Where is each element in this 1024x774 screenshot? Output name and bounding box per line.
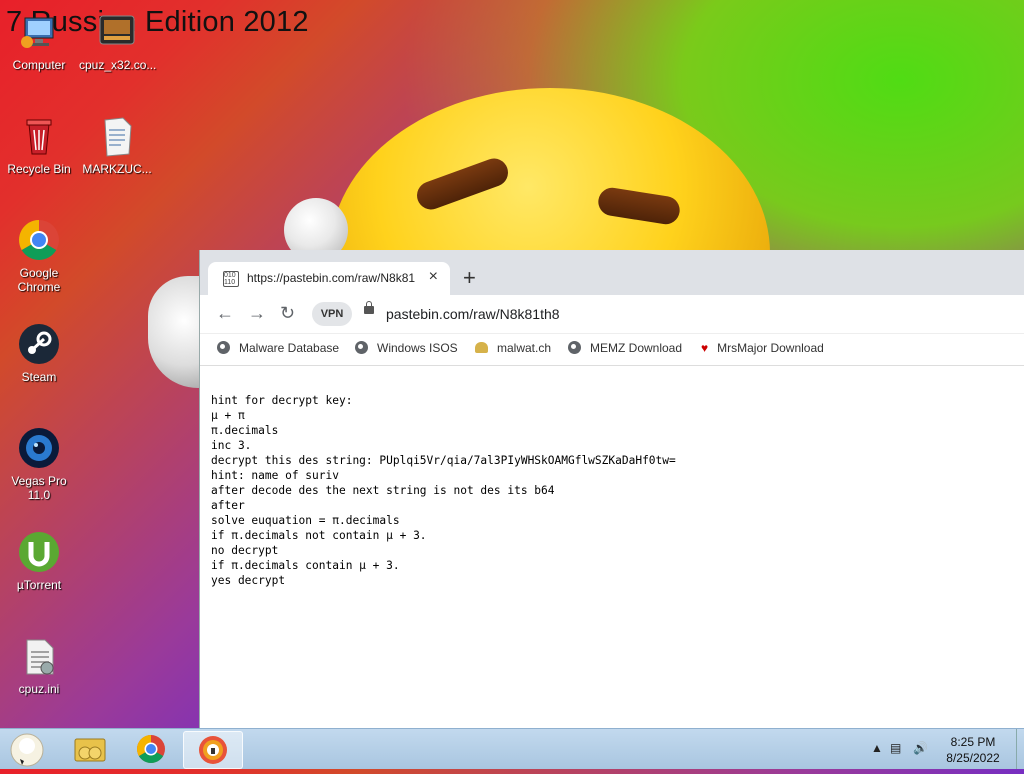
bookmark-label: Malware Database: [239, 341, 340, 355]
desktop-icon-recycle-bin[interactable]: Recycle Bin: [1, 114, 77, 176]
desktop-icon-steam[interactable]: Steam: [1, 322, 77, 384]
text-line: after: [211, 499, 245, 512]
ini-file-icon: [26, 639, 54, 675]
desktop-icon-cpuz-ini[interactable]: cpuz.ini: [1, 634, 77, 696]
lock-icon[interactable]: [364, 301, 374, 314]
desktop-icon-label: µTorrent: [16, 578, 62, 592]
desktop-icon-vegas-pro[interactable]: Vegas Pro 11.0: [1, 426, 77, 502]
text-line: π.decimals: [211, 424, 279, 437]
bookmark-malwatch[interactable]: malwat.ch: [475, 341, 551, 355]
desktop-icon-label: Steam: [21, 370, 57, 384]
text-line: no decrypt: [211, 544, 279, 557]
text-line: if π.decimals not contain µ + 3.: [211, 529, 427, 542]
document-icon: [104, 117, 132, 157]
reload-icon[interactable]: ↻: [280, 303, 295, 324]
desktop-icon-label: Vegas Pro 11.0: [11, 474, 67, 502]
globe-icon: [568, 341, 581, 354]
text-line: hint: name of suriv: [211, 469, 339, 482]
desktop-icon-label: Recycle Bin: [7, 162, 71, 176]
vegas-pro-icon: [19, 428, 59, 468]
bookmarks-bar: Malware Database Windows ISOS malwat.ch …: [200, 334, 1024, 366]
new-tab-button[interactable]: +: [463, 267, 476, 289]
chrome-icon: [137, 735, 165, 763]
bookmark-memz-download[interactable]: MEMZ Download: [568, 341, 682, 355]
network-icon[interactable]: ▤: [890, 741, 901, 755]
show-desktop-button[interactable]: [1016, 729, 1024, 769]
heart-icon: ♥: [701, 341, 709, 355]
browser-active-icon: [199, 736, 227, 764]
bookmark-label: malwat.ch: [497, 341, 552, 355]
bookmark-malware-database[interactable]: Malware Database: [217, 341, 339, 355]
globe-icon: [217, 341, 230, 354]
clock[interactable]: 8:25 PM 8/25/2022: [937, 734, 1009, 766]
volume-icon[interactable]: 🔊: [913, 741, 928, 755]
steam-icon: [19, 324, 59, 364]
text-line: hint for decrypt key:: [211, 394, 353, 407]
desktop-icon-label: cpuz.ini: [18, 682, 60, 696]
text-line: if π.decimals contain µ + 3.: [211, 559, 400, 572]
start-button[interactable]: [0, 731, 52, 767]
text-line: µ + π: [211, 409, 245, 422]
back-arrow-icon[interactable]: ←: [216, 303, 234, 324]
text-line: inc 3.: [211, 439, 252, 452]
taskbar-libraries[interactable]: [61, 731, 119, 767]
libraries-icon: [74, 738, 106, 762]
desktop-icon-markzuc[interactable]: MARKZUC...: [79, 114, 155, 176]
bookmark-label: MEMZ Download: [590, 341, 683, 355]
text-line: solve euquation = π.decimals: [211, 514, 400, 527]
browser-toolbar: ← → ↻ VPN pastebin.com/raw/N8k81th8: [200, 295, 1024, 334]
bookmark-mrsmajor-download[interactable]: ♥ MrsMajor Download: [701, 341, 824, 355]
tab-strip: 010 110 https://pastebin.com/raw/N8k81 ×…: [200, 250, 1024, 295]
chrome-icon: [19, 220, 59, 260]
bookmark-label: MrsMajor Download: [717, 341, 824, 355]
show-hidden-icons[interactable]: ▲: [871, 741, 883, 755]
text-line: after decode des the next string is not …: [211, 484, 555, 497]
page-icon: 010 110: [223, 271, 239, 287]
address-bar[interactable]: pastebin.com/raw/N8k81th8: [386, 306, 560, 322]
close-tab-icon[interactable]: ×: [429, 268, 438, 286]
vpn-badge[interactable]: VPN: [312, 302, 352, 326]
forward-arrow-icon[interactable]: →: [248, 303, 266, 324]
desktop-icon-computer[interactable]: Computer: [1, 10, 77, 72]
desktop-icon-utorrent[interactable]: µTorrent: [1, 530, 77, 592]
desktop-icon-label: MARKZUC...: [82, 162, 152, 176]
desktop-icon-label: cpuz_x32.co...: [79, 58, 157, 72]
clock-date: 8/25/2022: [946, 751, 1000, 765]
bookmark-windows-isos[interactable]: Windows ISOS: [355, 341, 458, 355]
tab-title: https://pastebin.com/raw/N8k81: [247, 271, 416, 285]
desktop-icon-label: Computer: [12, 58, 66, 72]
text-line: yes decrypt: [211, 574, 286, 587]
application-icon: [99, 15, 135, 45]
text-line: decrypt this des string: PUplqi5Vr/qia/7…: [211, 454, 676, 467]
taskbar-chrome[interactable]: [122, 731, 180, 767]
desktop-icon-cpuz[interactable]: cpuz_x32.co...: [79, 10, 157, 72]
malwatch-icon: [475, 342, 488, 353]
desktop-icon-google-chrome[interactable]: Google Chrome: [1, 218, 77, 294]
bookmark-label: Windows ISOS: [377, 341, 458, 355]
utorrent-icon: [19, 532, 59, 572]
taskbar: ▲ ▤ 🔊 8:25 PM 8/25/2022: [0, 728, 1024, 769]
taskbar-active-browser[interactable]: [183, 731, 243, 769]
clock-time: 8:25 PM: [950, 735, 996, 749]
desktop-icon-label: Google Chrome: [17, 266, 61, 294]
start-orb-icon: [10, 733, 44, 767]
computer-icon: [21, 17, 54, 48]
tab-pastebin[interactable]: 010 110 https://pastebin.com/raw/N8k81 ×: [208, 262, 450, 295]
globe-icon: [355, 341, 368, 354]
page-content: hint for decrypt key: µ + π π.decimals inc …: [211, 378, 676, 618]
browser-window: 010 110 https://pastebin.com/raw/N8k81 ×…: [199, 250, 1024, 728]
recycle-bin-icon: [26, 119, 52, 155]
